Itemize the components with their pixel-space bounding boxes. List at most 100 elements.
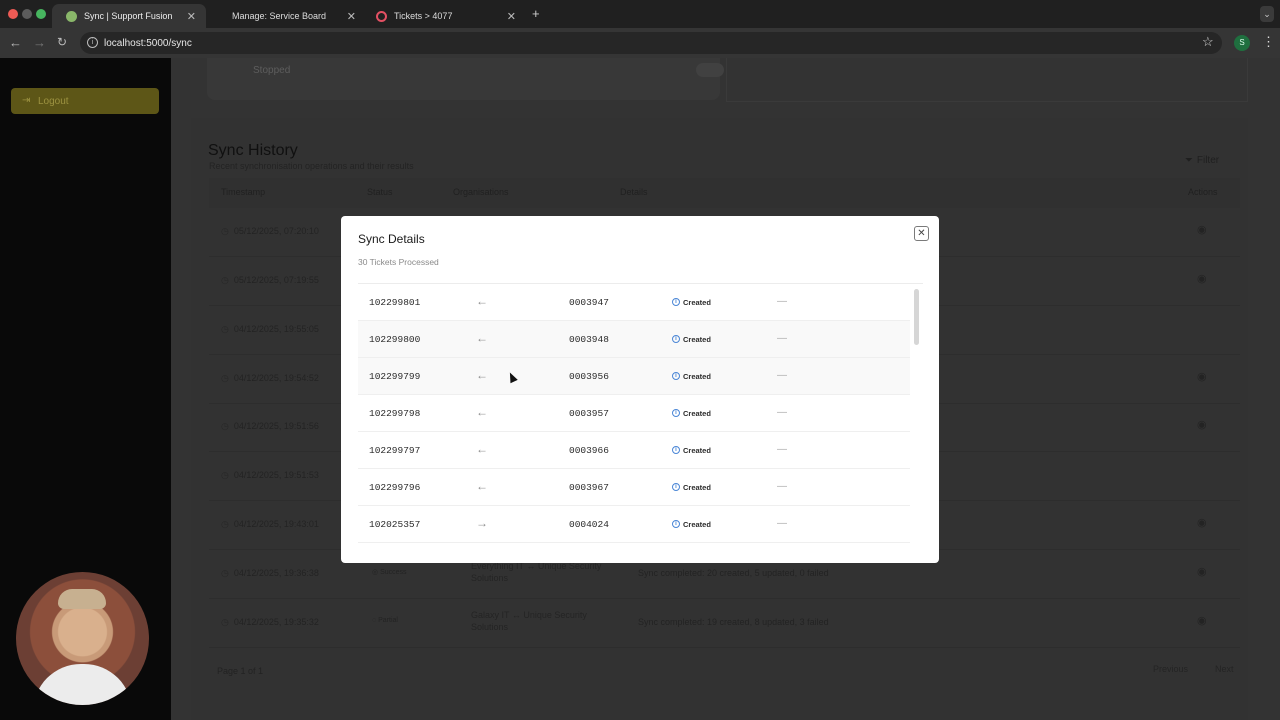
status-badge: ◎ Success [372, 569, 407, 576]
status-text: Created [683, 519, 711, 529]
modal-subtitle: 30 Tickets Processed [358, 257, 439, 267]
view-icon[interactable]: ◉ [1197, 516, 1207, 529]
direction-arrow-icon: ← [476, 442, 488, 456]
new-tab-icon[interactable]: + [532, 6, 540, 21]
tab-tickets[interactable]: Tickets > 4077 ✕ [362, 4, 526, 28]
list-item: 102299796 ← 0003967 i Created — [358, 469, 910, 506]
details-text: Sync completed: 20 created, 5 updated, 0… [638, 568, 829, 578]
tab-sync-support-fusion[interactable]: Sync | Support Fusion ✕ [52, 4, 206, 28]
tab-label: Manage: Service Board [232, 11, 327, 21]
timestamp-text: 04/12/2025, 19:43:01 [233, 519, 319, 529]
timestamp-text: 04/12/2025, 19:36:38 [233, 568, 319, 578]
list-item: 102025357 → 0004024 i Created — [358, 506, 910, 543]
table-header: Timestamp Status Organisations Details A… [209, 178, 1240, 208]
status-badge: i Created [667, 479, 716, 495]
next-button[interactable]: Next [1215, 664, 1234, 674]
timestamp-text: 04/12/2025, 19:55:05 [233, 324, 319, 334]
view-icon[interactable]: ◉ [1197, 223, 1207, 236]
status-badge: i Created [667, 368, 716, 384]
close-tab-icon[interactable]: ✕ [187, 10, 196, 23]
url-field[interactable]: i localhost:5000/sync [80, 32, 1222, 54]
ticket-list[interactable]: 102299801 ← 0003947 i Created — 102299800… [358, 283, 923, 545]
view-icon[interactable]: ◉ [1197, 565, 1207, 578]
view-icon[interactable]: ◉ [1197, 272, 1207, 285]
site-info-icon[interactable]: i [87, 37, 98, 48]
header-organisations: Organisations [453, 187, 509, 197]
target-ticket-id: 0003957 [569, 408, 609, 419]
row-timestamp: ◷ 04/12/2025, 19:54:52 [221, 373, 319, 384]
page-subtitle: Recent synchronisation operations and th… [209, 161, 414, 171]
logout-button[interactable]: ⇥ Logout [11, 88, 159, 114]
fullscreen-window-icon[interactable] [36, 9, 46, 19]
direction-arrow-icon: ← [476, 331, 488, 345]
back-icon[interactable]: ← [9, 35, 22, 50]
source-ticket-id: 102299801 [369, 297, 421, 308]
logout-label: Logout [38, 95, 69, 107]
target-ticket-id: 0003948 [569, 334, 609, 345]
note-text: — [777, 518, 787, 529]
close-window-icon[interactable] [8, 9, 18, 19]
tab-label: Sync | Support Fusion [84, 11, 173, 21]
favicon-icon [376, 10, 387, 22]
sync-details-modal: Sync Details 30 Tickets Processed ✕ 1022… [341, 216, 939, 563]
address-bar-row: ← → ↻ i localhost:5000/sync ☆ S ⋮ [0, 28, 1280, 58]
forward-icon[interactable]: → [33, 35, 46, 50]
profile-avatar[interactable]: S [1234, 35, 1250, 51]
sync-status-text: Stopped [253, 65, 291, 76]
source-ticket-id: 102299796 [369, 482, 421, 493]
timestamp-text: 04/12/2025, 19:51:56 [233, 421, 319, 431]
list-scrollbar[interactable] [914, 289, 919, 345]
source-ticket-id: 102299797 [369, 445, 421, 456]
tab-search-icon[interactable]: ⌄ [1260, 6, 1274, 22]
info-icon: i [672, 483, 680, 491]
minimize-window-icon[interactable] [22, 9, 32, 19]
clock-icon: ◷ [221, 568, 229, 578]
view-icon[interactable]: ◉ [1197, 370, 1207, 383]
timestamp-text: 04/12/2025, 19:51:53 [233, 470, 319, 480]
close-tab-icon[interactable]: ✕ [507, 10, 516, 23]
header-timestamp: Timestamp [221, 187, 266, 197]
note-text: — [777, 407, 787, 418]
timestamp-text: 04/12/2025, 19:54:52 [233, 373, 319, 383]
page-title: Sync History [208, 142, 298, 159]
bookmark-star-icon[interactable]: ☆ [1202, 34, 1214, 50]
sync-control-card: Stopped [207, 58, 724, 100]
webcam-overlay [16, 572, 149, 705]
note-text: — [777, 444, 787, 455]
row-timestamp: ◷ 04/12/2025, 19:51:53 [221, 470, 319, 481]
clock-icon: ◷ [221, 275, 229, 285]
header-details: Details [620, 187, 648, 197]
tab-label: Tickets > 4077 [394, 11, 453, 21]
close-modal-button[interactable]: ✕ [914, 226, 929, 241]
list-item: 102299797 ← 0003966 i Created — [358, 432, 910, 469]
filter-icon: ⏷ [1184, 154, 1193, 166]
info-icon: i [672, 298, 680, 306]
row-timestamp: ◷ 04/12/2025, 19:35:32 [221, 617, 319, 628]
list-item: 102299801 ← 0003947 i Created — [358, 284, 910, 321]
status-text: Created [683, 482, 711, 492]
status-text: Created [683, 371, 711, 381]
sync-toggle[interactable] [696, 63, 724, 77]
view-icon[interactable]: ◉ [1197, 418, 1207, 431]
note-text: — [777, 370, 787, 381]
browser-menu-icon[interactable]: ⋮ [1262, 34, 1275, 50]
target-ticket-id: 0004024 [569, 519, 609, 530]
header-actions: Actions [1188, 187, 1218, 197]
tab-manage-service-board[interactable]: Manage: Service Board ✕ [218, 4, 366, 28]
row-timestamp: ◷ 05/12/2025, 07:20:10 [221, 226, 319, 237]
filter-button[interactable]: ⏷ Filter [1176, 150, 1228, 170]
reload-icon[interactable]: ↻ [57, 35, 67, 49]
timestamp-text: 05/12/2025, 07:19:55 [233, 275, 319, 285]
webcam-person-shirt [33, 664, 132, 705]
status-badge: i Created [667, 442, 716, 458]
direction-arrow-icon: ← [476, 368, 488, 382]
modal-title: Sync Details [358, 232, 425, 246]
close-tab-icon[interactable]: ✕ [347, 10, 356, 23]
status-text: Success [380, 569, 407, 576]
status-badge: i Created [667, 516, 716, 532]
info-icon: i [672, 446, 680, 454]
status-badge: i Created [667, 294, 716, 310]
previous-button[interactable]: Previous [1153, 664, 1188, 674]
view-icon[interactable]: ◉ [1197, 614, 1207, 627]
target-ticket-id: 0003967 [569, 482, 609, 493]
